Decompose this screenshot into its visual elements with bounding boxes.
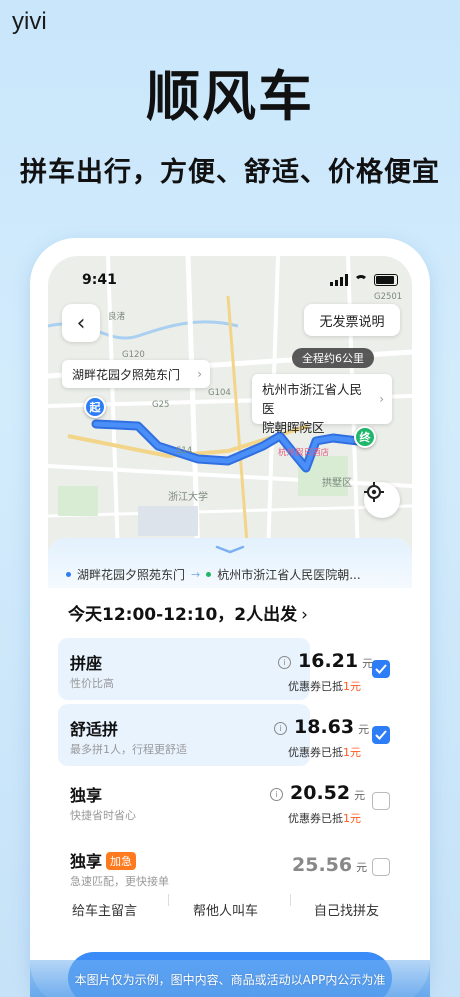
coupon-note: 优惠券已抵1元 <box>288 812 361 825</box>
start-pin: 起 <box>84 396 106 418</box>
distance-chip: 全程约6公里 <box>292 348 374 368</box>
ride-option-exclusive[interactable]: 独享 快捷省时省心 <box>58 770 310 832</box>
route-to: 杭州市浙江省人民医院朝... <box>217 568 361 582</box>
option-price: 20.52 元 <box>290 782 366 804</box>
option-desc: 快捷省时省心 <box>70 809 136 822</box>
end-pin: 终 <box>354 426 376 448</box>
option-price: 18.63 元 <box>294 716 370 738</box>
info-icon[interactable]: i <box>270 788 283 801</box>
back-button[interactable]: ‹ <box>62 304 100 342</box>
ride-option-comfort[interactable]: 舒适拼 最多拼1人，行程更舒适 <box>58 704 310 766</box>
option-desc: 性价比高 <box>70 677 114 690</box>
departure-time-selector[interactable]: 今天12:00-12:10，2人出发 › <box>68 600 308 625</box>
end-dot-icon <box>206 572 212 577</box>
sheet-header: 湖畔花园夕照苑东门 → 杭州市浙江省人民医院朝... <box>48 538 412 588</box>
option-checkbox[interactable] <box>372 726 390 744</box>
start-dot-icon <box>66 572 71 577</box>
check-icon <box>375 664 387 674</box>
option-name: 舒适拼 <box>70 720 119 739</box>
map-text-road: G120 <box>122 350 145 360</box>
ride-option-pinzuo[interactable]: 拼座 性价比高 <box>58 638 310 700</box>
start-location-text: 湖畔花园夕照苑东门 <box>72 367 181 382</box>
map-text-road: G104 <box>208 388 231 398</box>
option-price: 16.21 元 <box>298 650 374 672</box>
crosshair-icon <box>364 482 384 502</box>
app-screen: 良渚 G2501 G104 G25 G120 S14 浙江大学 拱墅区 杭州假日… <box>48 256 412 997</box>
chevron-right-icon: › <box>193 900 199 915</box>
chevron-right-icon: › <box>379 392 384 406</box>
option-name: 拼座 <box>70 654 103 673</box>
wifi-icon <box>354 275 368 285</box>
chevron-left-icon: ‹ <box>76 310 86 336</box>
map-text-poi: 杭州假日酒店 <box>278 448 330 458</box>
option-desc: 最多拼1人，行程更舒适 <box>70 743 187 756</box>
coupon-note: 优惠券已抵1元 <box>288 746 361 759</box>
signal-icon <box>330 274 348 286</box>
order-sheet: 湖畔花园夕照苑东门 → 杭州市浙江省人民医院朝... 今天12:00-12:10… <box>48 538 412 997</box>
urgent-badge: 加急 <box>106 852 137 870</box>
invoice-info-button[interactable]: 无发票说明 <box>304 304 400 336</box>
hero-title: 顺风车 <box>146 65 314 128</box>
map-text-place: 良渚 <box>108 312 126 322</box>
route-summary: 湖畔花园夕照苑东门 → 杭州市浙江省人民医院朝... <box>66 566 396 583</box>
map-text-place: 浙江大学 <box>168 492 208 503</box>
start-location-label[interactable]: 湖畔花园夕照苑东门 › <box>62 360 210 388</box>
chevron-right-icon: › <box>197 367 202 381</box>
divider <box>168 894 169 906</box>
map-text-place: 拱墅区 <box>322 478 352 489</box>
chevron-right-icon: › <box>301 605 308 625</box>
locate-button[interactable] <box>364 482 400 518</box>
end-location-label[interactable]: 杭州市浙江省人民医 院朝晖院区 › <box>252 374 392 435</box>
option-checkbox[interactable] <box>372 858 390 876</box>
chevron-right-icon: › <box>72 900 78 915</box>
departure-text: 今天12:00-12:10，2人出发 <box>68 605 298 625</box>
check-icon <box>375 730 387 740</box>
footer-disclaimer: 本图片仅为示例，图中内容、商品或活动以APP内公示为准 <box>74 973 386 987</box>
option-checkbox[interactable] <box>372 792 390 810</box>
option-price: 25.56 元 <box>292 854 368 876</box>
chevron-right-icon: › <box>314 900 320 915</box>
info-icon[interactable]: i <box>278 656 291 669</box>
arrow-right-icon: → <box>191 568 201 581</box>
bottom-links: 给车主留言 › 帮他人叫车 › 自己找拼友 › <box>48 884 412 919</box>
option-checkbox[interactable] <box>372 660 390 678</box>
map-text-road: S14 <box>176 446 193 456</box>
coupon-note: 优惠券已抵1元 <box>288 680 361 693</box>
map-text-road: G25 <box>152 400 170 410</box>
end-location-line1: 杭州市浙江省人民医 <box>262 382 363 416</box>
option-name: 独享 <box>70 786 103 805</box>
info-icon[interactable]: i <box>274 722 287 735</box>
map-text-road: G2501 <box>374 292 403 302</box>
status-time: 9:41 <box>82 272 117 288</box>
route-from: 湖畔花园夕照苑东门 <box>77 568 186 582</box>
status-bar: 9:41 <box>48 272 412 292</box>
battery-icon <box>374 274 398 286</box>
route-map[interactable]: 良渚 G2501 G104 G25 G120 S14 浙江大学 拱墅区 杭州假日… <box>48 256 412 556</box>
chevron-down-icon[interactable] <box>215 544 245 554</box>
option-name: 独享 加急 <box>70 848 137 872</box>
brand-logo: yivi <box>12 8 47 35</box>
hero-subtitle: 拼车出行，方便、舒适、价格便宜 <box>20 157 440 188</box>
divider <box>290 894 291 906</box>
